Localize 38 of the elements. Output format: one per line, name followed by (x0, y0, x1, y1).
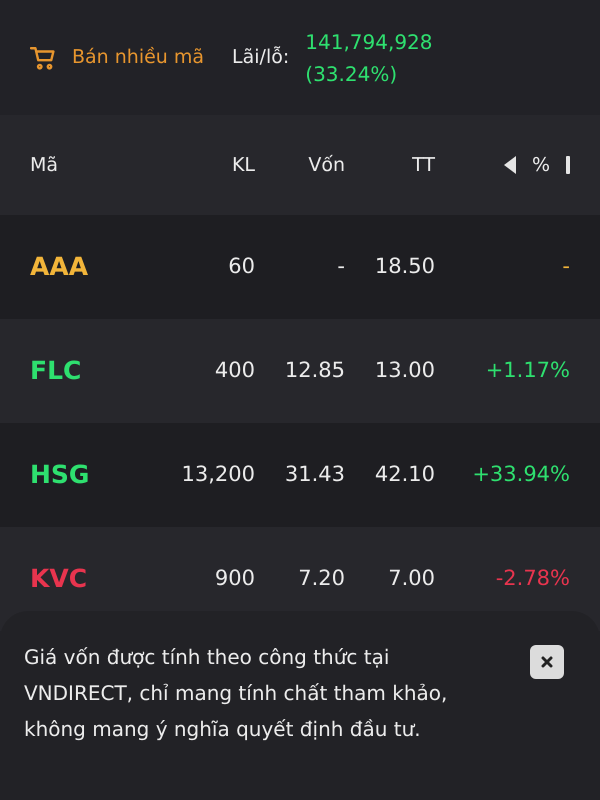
column-header: TT (411, 152, 435, 178)
table-cell-text: 13,200 (180, 461, 255, 488)
symbol-cell-text: KVC (30, 563, 88, 596)
close-icon (541, 656, 553, 668)
table-cell-text: 400 (214, 357, 255, 384)
symbol-cell-text: HSG (30, 459, 90, 492)
bar-icon (566, 156, 570, 174)
pnl-label: Lãi/lỗ: (232, 45, 290, 70)
column-header: Mã (30, 152, 60, 178)
change-cell-text: - (561, 253, 570, 280)
symbol-cell-text: AAA (30, 251, 90, 284)
table-cell-text: 60 (227, 253, 255, 280)
close-button[interactable] (530, 645, 564, 679)
table-cell-text: 7.20 (297, 565, 345, 592)
table-cell-text: 7.00 (387, 565, 435, 592)
table-cell-text: 18.50 (374, 253, 435, 280)
pnl-value: 141,794,928 (305, 28, 433, 56)
caret-left-icon[interactable] (504, 156, 516, 174)
pnl-percent: (33.24%) (305, 60, 398, 88)
table-row[interactable]: HSG 13,200 31.43 42.10 +33.94% (0, 423, 600, 527)
column-header: Vốn (307, 152, 345, 178)
table-cell-text: 31.43 (284, 461, 345, 488)
column-header: % (532, 152, 550, 178)
table-cell-text: 13.00 (374, 357, 435, 384)
table-cell-text: - (336, 253, 345, 280)
symbol-cell-text: FLC (30, 355, 82, 388)
notice-text: Giá vốn được tính theo công thức tại VNDIRECT, chỉ mang tính chất tham khảo, không mang ý nghĩa quyết định đầu tư. (24, 644, 448, 743)
change-cell-text: +33.94% (471, 461, 570, 488)
column-header: KL (230, 152, 255, 178)
change-cell-text: +1.17% (484, 357, 570, 384)
table-cell-text: 900 (214, 565, 255, 592)
table-row[interactable]: FLC 400 12.85 13.00 +1.17% (0, 319, 600, 423)
table-cell-text: 42.10 (374, 461, 435, 488)
table-cell-text: 12.85 (284, 357, 345, 384)
table-row[interactable]: AAA 60 - 18.50 - (0, 215, 600, 319)
cart-icon (30, 44, 56, 70)
sell-multiple-button[interactable]: Bán nhiều mã (30, 43, 204, 72)
change-cell-text: -2.78% (494, 565, 570, 592)
